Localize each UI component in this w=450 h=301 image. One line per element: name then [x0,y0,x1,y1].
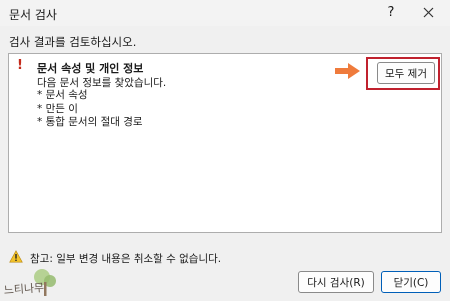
warning-triangle-icon [9,250,23,263]
reinspect-button[interactable]: 다시 검사(R) [298,271,374,293]
title-bar: 문서 검사 ? [0,0,450,26]
result-items: * 문서 속성 * 만든 이 * 통합 문서의 절대 경로 [37,89,143,130]
result-title: 문서 속성 및 개인 정보 [37,62,144,75]
issue-found-mark: ! [17,58,23,73]
list-item: * 문서 속성 [37,89,88,101]
result-description: 다음 문서 정보를 찾았습니다. [37,77,167,89]
watermark-logo: 느티나무 [3,269,56,297]
list-item: * 통합 문서의 절대 경로 [37,116,143,128]
close-window-button[interactable] [418,3,440,23]
instruction-text: 검사 결과를 검토하십시오. [9,35,137,49]
close-button[interactable]: 닫기(C) [381,271,441,293]
window-title: 문서 검사 [9,8,57,22]
help-button[interactable]: ? [381,4,401,22]
inspection-results-panel: ! 문서 속성 및 개인 정보 다음 문서 정보를 찾았습니다. * 문서 속성… [8,53,442,233]
remove-all-button[interactable]: 모두 제거 [377,62,435,84]
list-item: * 만든 이 [37,102,78,115]
arrow-right-icon [335,63,360,79]
svg-text:느티나무: 느티나무 [3,281,44,297]
close-icon [423,7,434,18]
note-text: 참고: 일부 변경 내용은 취소할 수 없습니다. [30,253,222,265]
